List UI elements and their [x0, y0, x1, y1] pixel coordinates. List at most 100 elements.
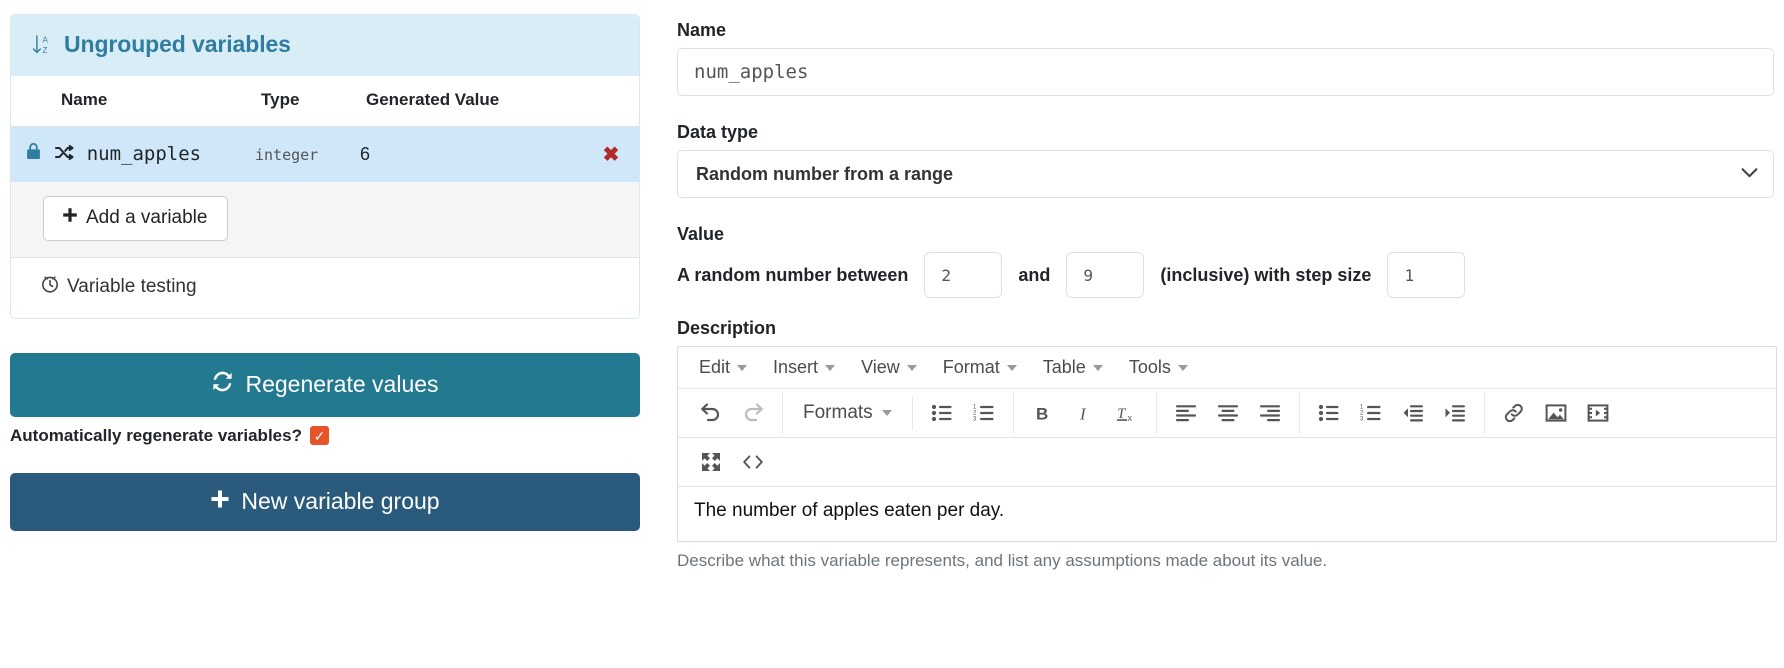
variables-panel: A Z Ungrouped variables Name Type Genera…	[10, 14, 640, 531]
menu-tools[interactable]: Tools	[1116, 351, 1201, 384]
toolbar-group-insert	[1485, 392, 1627, 434]
numbered-list-icon[interactable]: 1 2 3	[963, 392, 1005, 434]
description-editor-content[interactable]: The number of apples eaten per day.	[678, 487, 1776, 541]
menu-insert-label: Insert	[773, 357, 819, 377]
svg-text:I: I	[1079, 405, 1087, 424]
link-icon[interactable]	[1493, 392, 1535, 434]
auto-regenerate-row: Automatically regenerate variables? ✓	[10, 426, 640, 446]
editor-menubar: Edit Insert View Format Table Tools	[678, 347, 1776, 389]
name-input[interactable]	[677, 48, 1774, 96]
chevron-down-icon	[881, 410, 892, 416]
value-prefix-label: A random number between	[677, 264, 909, 285]
align-right-icon[interactable]	[1249, 392, 1291, 434]
align-center-icon[interactable]	[1207, 392, 1249, 434]
bold-icon[interactable]: B	[1022, 392, 1064, 434]
refresh-icon	[211, 370, 234, 399]
variables-table: Name Type Generated Value num_apples int…	[11, 76, 639, 182]
indent-icon[interactable]	[1434, 392, 1476, 434]
value-suffix-label: (inclusive) with step size	[1160, 264, 1372, 285]
column-header-generated-value: Generated Value	[360, 76, 583, 127]
menu-insert[interactable]: Insert	[760, 351, 848, 384]
plus-icon	[210, 488, 230, 515]
outdent-icon[interactable]	[1392, 392, 1434, 434]
auto-regenerate-label: Automatically regenerate variables?	[10, 425, 302, 445]
editor-toolbar-row-1: Formats 1 2 3 B I T x 1 2 3	[678, 389, 1776, 438]
lock-icon[interactable]	[25, 143, 42, 165]
source-code-icon[interactable]	[732, 441, 774, 483]
range-min-input[interactable]	[924, 252, 1003, 298]
toolbar-group-formats: Formats	[783, 396, 913, 430]
table-header-row: Name Type Generated Value	[11, 76, 639, 127]
variable-testing-row[interactable]: Variable testing	[11, 257, 639, 318]
menu-edit[interactable]: Edit	[686, 351, 760, 384]
align-left-icon[interactable]	[1165, 392, 1207, 434]
regenerate-values-label: Regenerate values	[245, 370, 439, 397]
menu-table-label: Table	[1042, 357, 1086, 377]
menu-format[interactable]: Format	[930, 351, 1030, 384]
data-type-select-wrapper: Random number from a range	[677, 150, 1774, 198]
variable-group-title: Ungrouped variables	[64, 31, 291, 57]
menu-view[interactable]: View	[848, 351, 930, 384]
auto-regenerate-checkbox[interactable]: ✓	[309, 426, 329, 445]
variable-type-value: integer	[255, 145, 319, 164]
value-and-label: and	[1018, 264, 1051, 285]
svg-text:B: B	[1036, 405, 1048, 424]
step-size-input[interactable]	[1387, 252, 1466, 298]
range-max-input[interactable]	[1066, 252, 1145, 298]
svg-text:x: x	[1127, 413, 1132, 423]
menu-view-label: View	[861, 357, 900, 377]
clear-formatting-icon[interactable]: T x	[1106, 392, 1148, 434]
media-icon[interactable]	[1577, 392, 1619, 434]
column-header-lock	[11, 76, 55, 127]
row-delete-cell[interactable]: ✖	[583, 126, 639, 182]
formats-label: Formats	[803, 402, 873, 423]
shuffle-icon	[55, 145, 79, 164]
description-help-text: Describe what this variable represents, …	[677, 551, 1328, 570]
bullet-list-icon[interactable]	[921, 392, 963, 434]
redo-icon[interactable]	[732, 392, 774, 434]
column-header-type: Type	[255, 76, 360, 127]
data-type-field-label: Data type	[677, 122, 759, 142]
chevron-down-icon	[906, 364, 917, 371]
chevron-down-icon	[1177, 364, 1188, 371]
svg-text:A: A	[43, 35, 49, 44]
menu-tools-label: Tools	[1128, 357, 1171, 377]
clock-icon	[41, 275, 59, 299]
unordered-list-icon[interactable]	[1308, 392, 1350, 434]
regenerate-values-button[interactable]: Regenerate values	[10, 352, 640, 417]
chevron-down-icon	[1092, 364, 1103, 371]
variable-group-header: A Z Ungrouped variables	[11, 15, 639, 76]
italic-icon[interactable]: I	[1064, 392, 1106, 434]
toolbar-group-history	[682, 392, 783, 434]
variable-testing-label: Variable testing	[67, 275, 197, 297]
menu-format-label: Format	[942, 357, 1000, 377]
data-type-select[interactable]: Random number from a range	[677, 150, 1774, 198]
menu-table[interactable]: Table	[1030, 351, 1116, 384]
image-icon[interactable]	[1535, 392, 1577, 434]
row-lock-cell[interactable]	[11, 126, 55, 182]
column-header-delete	[583, 76, 639, 127]
ungrouped-variables-card: A Z Ungrouped variables Name Type Genera…	[10, 14, 640, 319]
chevron-down-icon	[737, 364, 748, 371]
toolbar-group-lists-b: 1 2 3	[1300, 392, 1485, 434]
svg-text:Z: Z	[43, 46, 48, 55]
sort-alpha-down-icon: A Z	[31, 34, 51, 56]
svg-text:3: 3	[1360, 417, 1364, 423]
add-variable-label: Add a variable	[86, 206, 208, 228]
new-variable-group-button[interactable]: New variable group	[10, 472, 640, 531]
name-field-label: Name	[677, 20, 727, 40]
new-variable-group-label: New variable group	[241, 487, 440, 514]
data-type-selected-value: Random number from a range	[696, 163, 954, 184]
editor-toolbar-row-2	[678, 438, 1776, 487]
rich-text-editor: Edit Insert View Format Table Tools Form…	[677, 346, 1777, 542]
fullscreen-icon[interactable]	[690, 441, 732, 483]
toolbar-group-lists-a: 1 2 3	[913, 392, 1014, 434]
row-generated-value-cell: 6	[360, 126, 583, 182]
formats-dropdown[interactable]: Formats	[791, 396, 904, 430]
delete-variable-icon[interactable]: ✖	[603, 144, 620, 166]
ordered-list-icon[interactable]: 1 2 3	[1350, 392, 1392, 434]
table-row[interactable]: num_apples integer 6 ✖	[11, 126, 639, 182]
add-variable-button[interactable]: Add a variable	[43, 195, 229, 241]
undo-icon[interactable]	[690, 392, 732, 434]
variable-details-form: Name Data type Random number from a rang…	[677, 20, 1777, 571]
